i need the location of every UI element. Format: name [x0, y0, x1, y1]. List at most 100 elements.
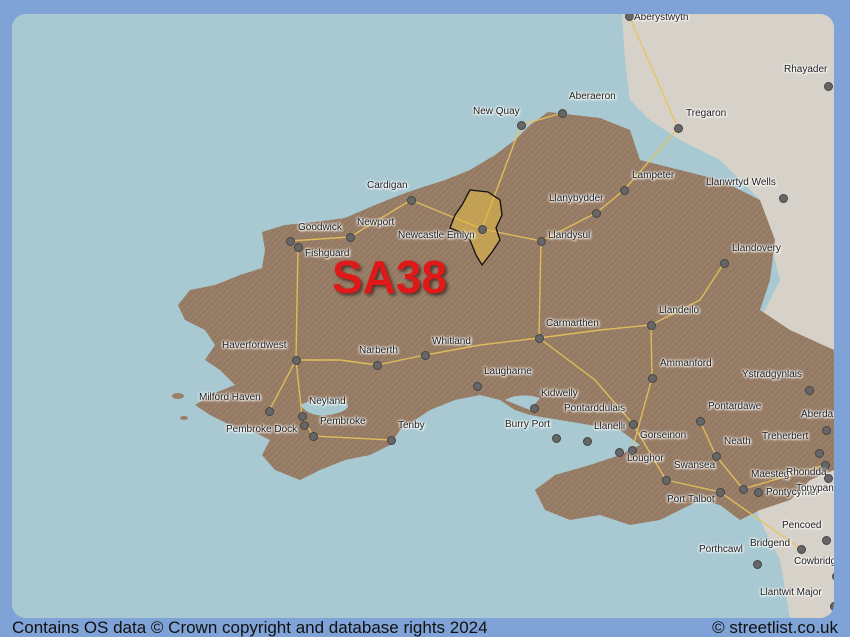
- place-label: Tenby: [398, 420, 425, 431]
- place-label: Pembroke Dock: [226, 424, 298, 435]
- place-marker[interactable]: [661, 475, 671, 485]
- place-label: Port Talbot: [667, 494, 715, 505]
- place-marker[interactable]: [551, 433, 561, 443]
- place-marker[interactable]: [673, 123, 683, 133]
- place-label: Aberystwyth: [634, 14, 689, 23]
- place-label: Llantwit Major: [760, 587, 822, 598]
- place-marker[interactable]: [308, 431, 318, 441]
- attribution-text: Contains OS data © Crown copyright and d…: [12, 618, 488, 637]
- place-label: Pontardawe: [708, 401, 762, 412]
- place-marker[interactable]: [753, 487, 763, 497]
- place-label: Haverfordwest: [222, 340, 287, 351]
- place-label: Porthcawl: [699, 544, 743, 555]
- place-label: Llanybydder: [549, 193, 604, 204]
- place-label: Whitland: [432, 336, 471, 347]
- place-label: Pontarddulais: [564, 403, 626, 414]
- place-label: Newcastle Emlyn: [398, 230, 475, 241]
- place-marker[interactable]: [557, 108, 567, 118]
- place-marker[interactable]: [534, 333, 544, 343]
- place-label: Carmarthen: [546, 318, 599, 329]
- place-label: Ystradgynlais: [742, 369, 803, 380]
- place-label: Llandeilo: [659, 305, 700, 316]
- place-label: Aberaeron: [569, 91, 616, 102]
- place-marker[interactable]: [536, 236, 546, 246]
- place-marker[interactable]: [285, 236, 295, 246]
- place-label: Lampeter: [632, 170, 675, 181]
- place-marker[interactable]: [619, 185, 629, 195]
- place-marker[interactable]: [647, 373, 657, 383]
- place-marker[interactable]: [420, 350, 430, 360]
- place-label: Cowbridge: [794, 556, 834, 567]
- place-label: Rhayader: [784, 64, 828, 75]
- place-marker[interactable]: [823, 473, 833, 483]
- place-marker[interactable]: [614, 447, 624, 457]
- place-label: Aberdare: [801, 409, 834, 420]
- place-marker[interactable]: [372, 360, 382, 370]
- map-frame: Aberystwyth Rhayader Aberaeron New Quay Treg…: [0, 0, 850, 637]
- place-marker[interactable]: [821, 425, 831, 435]
- place-marker[interactable]: [297, 411, 307, 421]
- place-label: Kidwelly: [541, 388, 578, 399]
- place-label: Cardigan: [367, 180, 408, 191]
- place-marker[interactable]: [628, 419, 638, 429]
- place-marker[interactable]: [291, 355, 301, 365]
- place-label: Treherbert: [762, 431, 809, 442]
- place-label: Bridgend: [750, 538, 791, 549]
- place-marker[interactable]: [582, 436, 592, 446]
- place-marker[interactable]: [646, 320, 656, 330]
- place-label: Pencoed: [782, 520, 822, 531]
- place-marker[interactable]: [738, 484, 748, 494]
- place-label: Llandysul: [548, 230, 591, 241]
- place-marker[interactable]: [796, 544, 806, 554]
- place-label: Llanwrtyd Wells: [706, 177, 776, 188]
- place-marker[interactable]: [695, 416, 705, 426]
- island-skomer: [172, 393, 184, 399]
- place-label: Swansea: [674, 460, 716, 471]
- place-label: Newport: [357, 217, 395, 228]
- place-marker[interactable]: [823, 81, 833, 91]
- place-marker[interactable]: [516, 120, 526, 130]
- place-label: Goodwick: [298, 222, 342, 233]
- place-label: Tonypandy: [796, 483, 834, 494]
- district-label: SA38: [332, 251, 448, 303]
- place-marker[interactable]: [804, 385, 814, 395]
- place-label: Milford Haven: [199, 392, 261, 403]
- map-canvas: [12, 14, 834, 618]
- place-label: Neyland: [309, 396, 346, 407]
- place-label: Laugharne: [484, 366, 532, 377]
- place-label: Tregaron: [686, 108, 727, 119]
- place-label: Burry Port: [505, 419, 551, 430]
- place-marker[interactable]: [752, 559, 762, 569]
- island-skokholm: [180, 416, 188, 420]
- place-marker[interactable]: [477, 224, 487, 234]
- place-marker[interactable]: [299, 420, 309, 430]
- place-label: Maesteg: [751, 469, 790, 480]
- place-marker[interactable]: [345, 232, 355, 242]
- place-marker[interactable]: [529, 403, 539, 413]
- place-marker[interactable]: [293, 242, 303, 252]
- place-label: Narberth: [359, 345, 398, 356]
- map-view[interactable]: Aberystwyth Rhayader Aberaeron New Quay Treg…: [12, 14, 834, 618]
- place-marker[interactable]: [829, 601, 834, 611]
- place-marker[interactable]: [472, 381, 482, 391]
- place-marker[interactable]: [778, 193, 788, 203]
- place-label: Loughor: [627, 453, 664, 464]
- place-marker[interactable]: [406, 195, 416, 205]
- place-label: Llandovery: [732, 243, 781, 254]
- place-marker[interactable]: [591, 208, 601, 218]
- place-marker[interactable]: [715, 487, 725, 497]
- place-label: Neath: [724, 436, 751, 447]
- brand-link[interactable]: © streetlist.co.uk: [712, 618, 838, 637]
- place-label: Llanelli: [594, 421, 626, 432]
- place-marker[interactable]: [831, 571, 834, 581]
- place-marker[interactable]: [821, 535, 831, 545]
- place-label: Rhondda: [786, 467, 827, 478]
- place-marker[interactable]: [386, 435, 396, 445]
- place-label: Gorseinon: [640, 430, 687, 441]
- place-label: Ammanford: [660, 358, 712, 369]
- place-marker[interactable]: [624, 14, 634, 21]
- place-marker[interactable]: [814, 448, 824, 458]
- place-marker[interactable]: [264, 406, 274, 416]
- place-label: Pembroke: [320, 416, 366, 427]
- place-marker[interactable]: [719, 258, 729, 268]
